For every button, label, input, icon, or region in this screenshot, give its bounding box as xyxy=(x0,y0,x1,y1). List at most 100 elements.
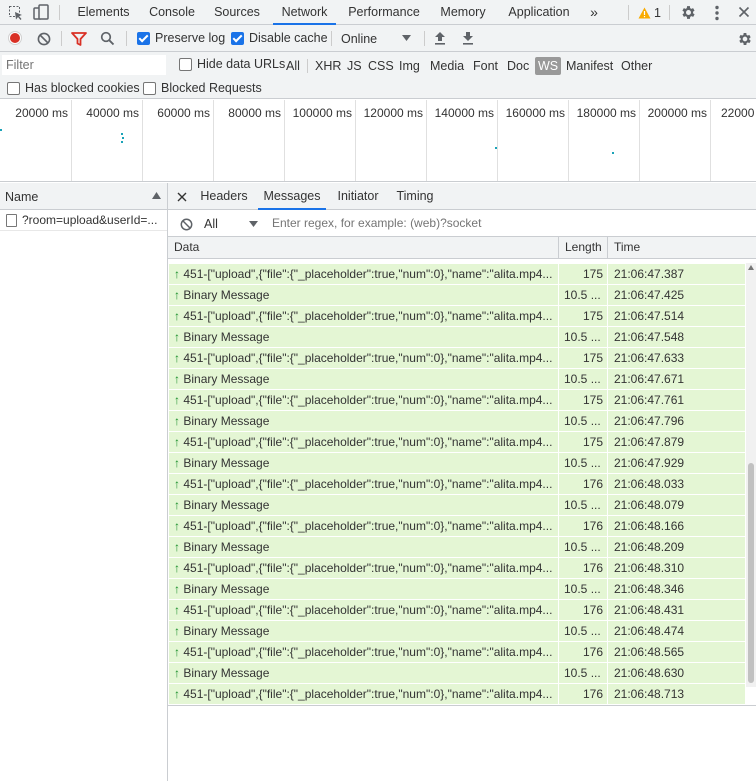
tab-elements[interactable]: Elements xyxy=(72,0,135,25)
tab-timing[interactable]: Timing xyxy=(391,183,439,210)
tab-performance[interactable]: Performance xyxy=(344,0,424,25)
message-row[interactable]: ↑ 451-["upload",{"file":{"_placeholder":… xyxy=(169,600,745,621)
more-options-icon[interactable] xyxy=(711,4,723,21)
message-row[interactable]: ↑ 451-["upload",{"file":{"_placeholder":… xyxy=(169,264,745,285)
tab-headers[interactable]: Headers xyxy=(194,183,254,210)
length-column-header[interactable]: Length xyxy=(559,237,608,258)
sent-arrow-icon: ↑ xyxy=(174,561,184,575)
timeline-gridline xyxy=(710,100,711,181)
filter-type-manifest[interactable]: Manifest xyxy=(563,57,616,75)
filter-input[interactable] xyxy=(2,55,166,75)
sent-arrow-icon: ↑ xyxy=(174,372,184,386)
message-row[interactable]: ↑ Binary Message 10.5 ... 21:06:47.671 xyxy=(169,369,745,390)
message-row[interactable]: ↑ Binary Message 10.5 ... 21:06:47.425 xyxy=(169,285,745,306)
scroll-up-arrow-icon[interactable] xyxy=(748,265,754,270)
message-type-select[interactable]: All xyxy=(198,214,264,234)
message-row[interactable]: ↑ 451-["upload",{"file":{"_placeholder":… xyxy=(169,474,745,495)
close-devtools-icon[interactable] xyxy=(737,5,751,19)
message-row[interactable]: ↑ 451-["upload",{"file":{"_placeholder":… xyxy=(169,306,745,327)
data-column-header[interactable]: Data xyxy=(168,237,559,258)
sent-arrow-icon: ↑ xyxy=(174,393,184,407)
device-toolbar-icon[interactable] xyxy=(33,4,49,21)
filter-type-ws[interactable]: WS xyxy=(535,57,562,75)
message-data: Binary Message xyxy=(183,582,270,596)
message-data: Binary Message xyxy=(183,498,270,512)
message-length: 175 xyxy=(559,264,608,284)
search-icon[interactable] xyxy=(99,30,115,46)
regex-filter-input[interactable] xyxy=(268,213,535,233)
blocked-requests-checkbox[interactable] xyxy=(143,82,156,95)
warnings-counter[interactable]: 1 xyxy=(638,5,661,20)
throttling-select[interactable]: Online xyxy=(336,29,416,48)
request-row[interactable]: ?room=upload&userId=... xyxy=(0,210,167,231)
message-row[interactable]: ↑ Binary Message 10.5 ... 21:06:47.548 xyxy=(169,327,745,348)
message-row[interactable]: ↑ 451-["upload",{"file":{"_placeholder":… xyxy=(169,558,745,579)
hide-data-urls-checkbox[interactable] xyxy=(179,58,192,71)
filter-type-doc[interactable]: Doc xyxy=(504,57,532,75)
message-time: 21:06:48.209 xyxy=(614,540,685,554)
message-row[interactable]: ↑ Binary Message 10.5 ... 21:06:48.209 xyxy=(169,537,745,558)
message-row[interactable]: ↑ Binary Message 10.5 ... 21:06:48.079 xyxy=(169,495,745,516)
record-button[interactable] xyxy=(8,31,22,45)
has-blocked-cookies-checkbox[interactable] xyxy=(7,82,20,95)
filter-type-media[interactable]: Media xyxy=(427,57,467,75)
tab-messages[interactable]: Messages xyxy=(258,183,326,210)
warning-count: 1 xyxy=(654,5,661,20)
inspect-element-icon[interactable] xyxy=(8,5,24,21)
tab-initiator[interactable]: Initiator xyxy=(330,183,386,210)
message-row[interactable]: ↑ 451-["upload",{"file":{"_placeholder":… xyxy=(169,432,745,453)
close-detail-icon[interactable] xyxy=(176,191,187,202)
settings-gear-icon[interactable] xyxy=(680,4,697,21)
tab-console[interactable]: Console xyxy=(143,0,201,25)
message-row[interactable]: ↑ Binary Message 10.5 ... 21:06:48.630 xyxy=(169,663,745,684)
message-row[interactable]: ↑ 451-["upload",{"file":{"_placeholder":… xyxy=(169,390,745,411)
tab-application[interactable]: Application xyxy=(502,0,576,25)
network-settings-gear-icon[interactable] xyxy=(736,30,753,47)
messages-scrollbar[interactable] xyxy=(746,263,756,687)
import-har-icon[interactable] xyxy=(433,30,447,46)
clear-messages-icon[interactable] xyxy=(179,217,193,231)
export-har-icon[interactable] xyxy=(461,30,475,46)
filter-type-other[interactable]: Other xyxy=(618,57,655,75)
request-list-header[interactable]: Name xyxy=(0,183,167,210)
request-detail-panel: Headers Messages Initiator Timing All Da… xyxy=(168,183,756,781)
message-time: 21:06:48.630 xyxy=(614,666,685,680)
message-data-cell: ↑ Binary Message xyxy=(169,285,559,305)
sort-ascending-icon xyxy=(152,192,161,199)
message-row[interactable]: ↑ Binary Message 10.5 ... 21:06:47.796 xyxy=(169,411,745,432)
timeline-activity-mark xyxy=(0,129,2,131)
timeline-activity-mark xyxy=(121,133,123,135)
message-row[interactable]: ↑ 451-["upload",{"file":{"_placeholder":… xyxy=(169,348,745,369)
message-row[interactable]: ↑ 451-["upload",{"file":{"_placeholder":… xyxy=(169,516,745,537)
message-row[interactable]: ↑ 451-["upload",{"file":{"_placeholder":… xyxy=(169,642,745,663)
filter-type-all[interactable]: All xyxy=(283,57,303,75)
message-data-cell: ↑ Binary Message xyxy=(169,537,559,557)
network-overview-timeline[interactable]: 20000 ms 40000 ms 60000 ms 80000 ms 1000… xyxy=(0,100,756,182)
preserve-log-checkbox[interactable] xyxy=(137,32,150,45)
message-row[interactable]: ↑ Binary Message 10.5 ... 21:06:48.346 xyxy=(169,579,745,600)
tab-network[interactable]: Network xyxy=(273,0,336,25)
message-data-cell: ↑ Binary Message xyxy=(169,369,559,389)
scrollbar-thumb[interactable] xyxy=(748,463,754,683)
clear-icon[interactable] xyxy=(36,31,51,46)
filter-type-xhr[interactable]: XHR xyxy=(312,57,344,75)
disable-cache-checkbox[interactable] xyxy=(231,32,244,45)
filter-type-img[interactable]: Img xyxy=(396,57,423,75)
filter-type-font[interactable]: Font xyxy=(470,57,501,75)
toolbar-divider xyxy=(331,31,332,46)
more-tabs-button[interactable]: » xyxy=(584,0,604,25)
filter-funnel-icon[interactable] xyxy=(71,31,87,46)
message-row[interactable]: ↑ Binary Message 10.5 ... 21:06:47.929 xyxy=(169,453,745,474)
time-column-header[interactable]: Time xyxy=(608,237,746,258)
tab-memory[interactable]: Memory xyxy=(434,0,492,25)
message-row[interactable]: ↑ Binary Message 10.5 ... 21:06:48.474 xyxy=(169,621,745,642)
timeline-activity-mark xyxy=(121,141,123,143)
message-length: 10.5 ... xyxy=(559,327,608,347)
filter-type-js[interactable]: JS xyxy=(344,57,365,75)
message-time: 21:06:47.425 xyxy=(614,288,685,302)
filter-type-css[interactable]: CSS xyxy=(365,57,397,75)
tab-sources[interactable]: Sources xyxy=(209,0,265,25)
request-name: ?room=upload&userId=... xyxy=(22,213,158,227)
message-row[interactable]: ↑ 451-["upload",{"file":{"_placeholder":… xyxy=(169,684,745,705)
message-data-cell: ↑ 451-["upload",{"file":{"_placeholder":… xyxy=(169,558,559,578)
